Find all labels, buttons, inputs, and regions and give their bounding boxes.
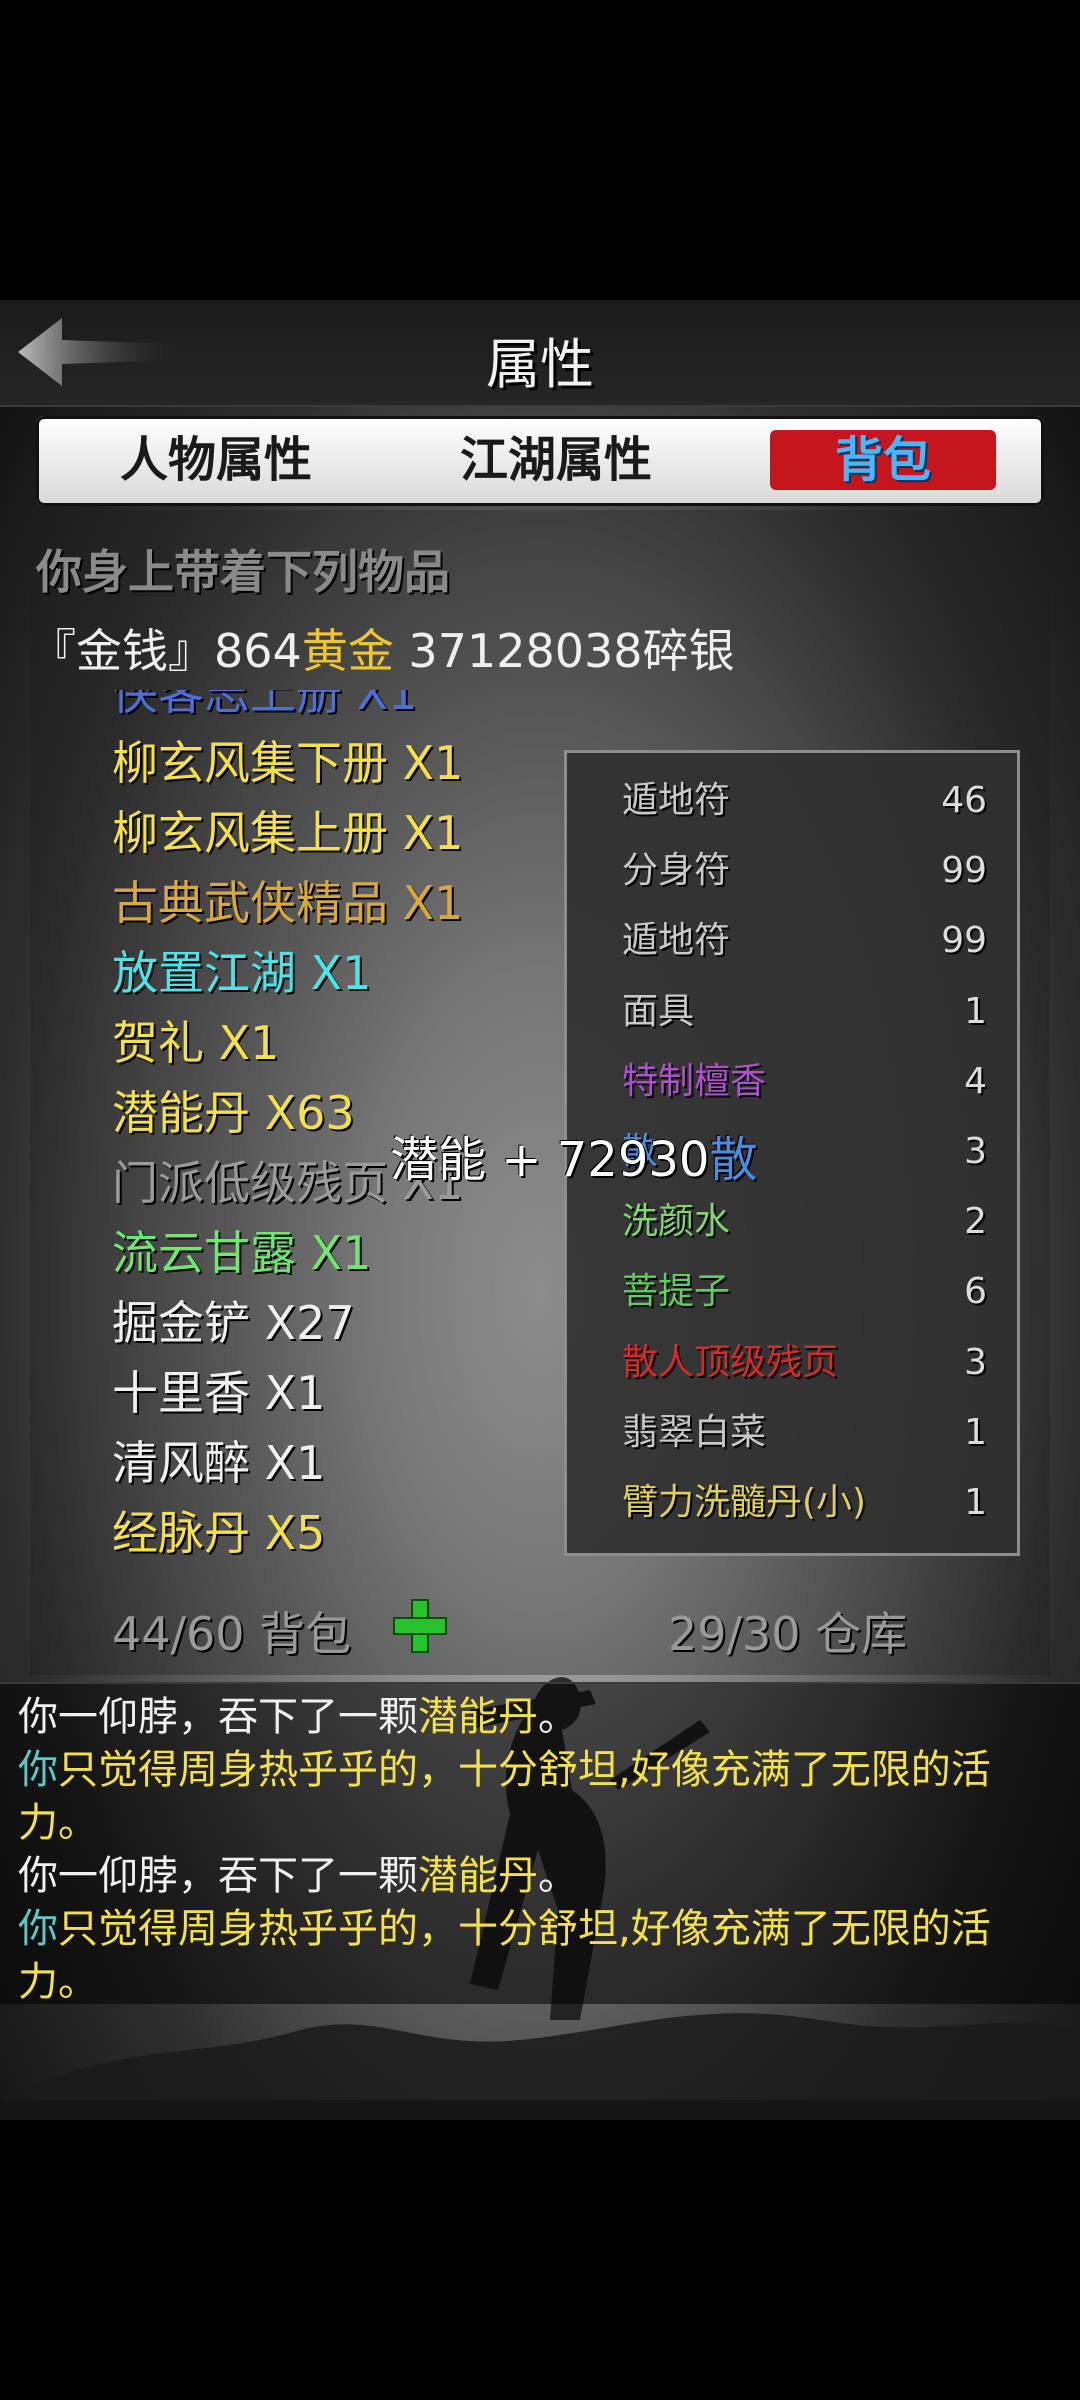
storage-item-name: 散人顶级残页 [622, 1341, 839, 1383]
inventory-item-label: 柳玄风集下册 X1 [112, 736, 464, 790]
log-line: 你只觉得周身热乎乎的，十分舒坦,好像充满了无限的活 [18, 1743, 991, 1797]
log-segment: 潜能丹 [418, 1694, 538, 1740]
money-line: 『金钱』864黄金 37128038碎银 [30, 615, 735, 681]
inventory-item[interactable]: 柳玄风集上册 X1 [104, 802, 484, 864]
log-segment: 潜能丹 [418, 1853, 538, 1899]
inventory-item-label: 十里香 X1 [112, 1366, 326, 1420]
log-segment: 你一仰脖，吞下了一颗 [18, 1853, 418, 1899]
storage-item-qty: 1 [964, 1411, 987, 1453]
inventory-item-label: 放置江湖 X1 [112, 946, 372, 1000]
storage-item-qty: 99 [941, 850, 987, 892]
inventory-item[interactable]: 清风醉 X1 [104, 1432, 346, 1494]
storage-item[interactable]: 面具 1 [622, 982, 987, 1042]
storage-item-name: 遁地符 [622, 920, 731, 962]
log-line: 你一仰脖，吞下了一颗潜能丹。 [18, 1690, 578, 1744]
inventory-item-label: 经脉丹 X5 [112, 1506, 326, 1560]
inventory-item-label: 侠客志上册 X1 [112, 690, 418, 720]
storage-item[interactable]: 臂力洗髓丹(小) 1 [622, 1473, 987, 1533]
money-gold-label: 黄金 [301, 624, 394, 678]
log-segment: 力。 [18, 1959, 98, 2005]
log-segment: 你 [18, 1906, 58, 1952]
storage-item-qty: 46 [941, 780, 987, 821]
log-line: 你只觉得周身热乎乎的，十分舒坦,好像充满了无限的活 [18, 1902, 991, 1956]
inventory-item-label: 清风醉 X1 [112, 1436, 326, 1490]
add-capacity-plus-icon[interactable] [390, 1596, 450, 1656]
storage-item-name: 分身符 [622, 850, 731, 892]
inventory-item-label: 古典武侠精品 X1 [112, 876, 464, 930]
storage-item[interactable]: 洗颜水 2 [622, 1192, 987, 1252]
tab-backpack[interactable]: 背包 [770, 430, 996, 490]
storage-item-qty: 4 [964, 1060, 987, 1102]
storage-item[interactable]: 遁地符 99 [622, 911, 987, 971]
storage-item[interactable]: 散人顶级残页 3 [622, 1333, 987, 1393]
log-line: 力。 [18, 1796, 98, 1850]
top-bar: 属性 [0, 300, 1080, 407]
log-segment: 力。 [18, 1800, 98, 1846]
inventory-item[interactable]: 贺礼 X1 [104, 1012, 300, 1074]
inventory-item[interactable]: 掘金铲 X27 [104, 1292, 375, 1354]
storage-item-name: 遁地符 [622, 780, 731, 821]
message-log: 你一仰脖，吞下了一颗潜能丹。 你只觉得周身热乎乎的，十分舒坦,好像充满了无限的活力… [0, 1682, 1080, 2005]
inventory-item[interactable]: 柳玄风集下册 X1 [104, 732, 484, 794]
log-segment: 你 [18, 1747, 58, 1793]
inventory-item-label: 潜能丹 X63 [112, 1086, 355, 1140]
log-segment: 只觉得周身热乎乎的，十分舒坦,好像充满了无限的活 [58, 1747, 991, 1793]
log-segment: 只觉得周身热乎乎的，十分舒坦,好像充满了无限的活 [58, 1906, 991, 1952]
inventory-item-label: 贺礼 X1 [112, 1016, 280, 1070]
inventory-item-label: 掘金铲 X27 [112, 1296, 355, 1350]
storage-item-name: 特制檀香 [622, 1060, 767, 1102]
inventory-item[interactable]: 十里香 X1 [104, 1362, 346, 1424]
storage-item-name: 臂力洗髓丹(小) [622, 1482, 867, 1523]
popup-overlap-text: 散 [709, 1132, 758, 1188]
storage-item-qty: 3 [964, 1131, 987, 1172]
storage-item[interactable]: 翡翠白菜 1 [622, 1403, 987, 1463]
storage-item-name: 面具 [622, 990, 695, 1032]
inventory-item[interactable]: 流云甘露 X1 [104, 1222, 392, 1284]
storage-item-qty: 6 [964, 1271, 987, 1313]
storage-item[interactable]: 遁地符 46 [622, 771, 987, 831]
storage-item[interactable]: 菩提子 6 [622, 1262, 987, 1322]
storage-item-qty: 1 [964, 1482, 987, 1523]
tab-jianghu-attributes[interactable]: 江湖属性 [436, 430, 676, 490]
money-silver: 37128038碎银 [393, 624, 735, 678]
log-line: 你一仰脖，吞下了一颗潜能丹。 [18, 1849, 578, 1903]
storage-item-qty: 2 [964, 1201, 987, 1243]
storage-item-name: 菩提子 [622, 1271, 731, 1313]
inventory-item[interactable]: 经脉丹 X5 [104, 1502, 346, 1560]
log-line: 力。 [18, 1955, 98, 2009]
storage-item[interactable]: 分身符 99 [622, 841, 987, 901]
storage-item-qty: 99 [941, 920, 987, 962]
inventory-item[interactable]: 潜能丹 X63 [104, 1082, 375, 1144]
storage-capacity: 29/30 仓库 [668, 1607, 908, 1661]
log-segment: 。 [538, 1694, 578, 1740]
money-prefix: 『金钱』864 [30, 624, 302, 678]
tab-character-attributes[interactable]: 人物属性 [96, 430, 336, 490]
storage-item[interactable]: 特制檀香 4 [622, 1052, 987, 1112]
inventory-item-label: 流云甘露 X1 [112, 1226, 372, 1280]
log-segment: 。 [538, 1853, 578, 1899]
potential-gain-text: 潜能 + 72930 [390, 1132, 710, 1188]
inventory-item-label: 柳玄风集上册 X1 [112, 806, 464, 860]
inventory-item[interactable]: 古典武侠精品 X1 [104, 872, 484, 934]
inventory-item[interactable]: 侠客志上册 X1 [104, 690, 438, 724]
storage-item-name: 洗颜水 [622, 1201, 731, 1243]
carrying-heading: 你身上带着下列物品 [36, 545, 450, 599]
storage-item-qty: 1 [964, 990, 987, 1032]
potential-gain-popup: 潜能 + 72930散 [390, 1120, 757, 1190]
inventory-item[interactable]: 放置江湖 X1 [104, 942, 392, 1004]
page-title: 属性 [486, 333, 594, 396]
storage-item-name: 翡翠白菜 [622, 1411, 767, 1453]
tab-bar: 人物属性 江湖属性 背包 [36, 416, 1044, 506]
storage-item-qty: 3 [964, 1341, 987, 1383]
backpack-capacity: 44/60 背包 [112, 1607, 352, 1661]
log-segment: 你一仰脖，吞下了一颗 [18, 1694, 418, 1740]
